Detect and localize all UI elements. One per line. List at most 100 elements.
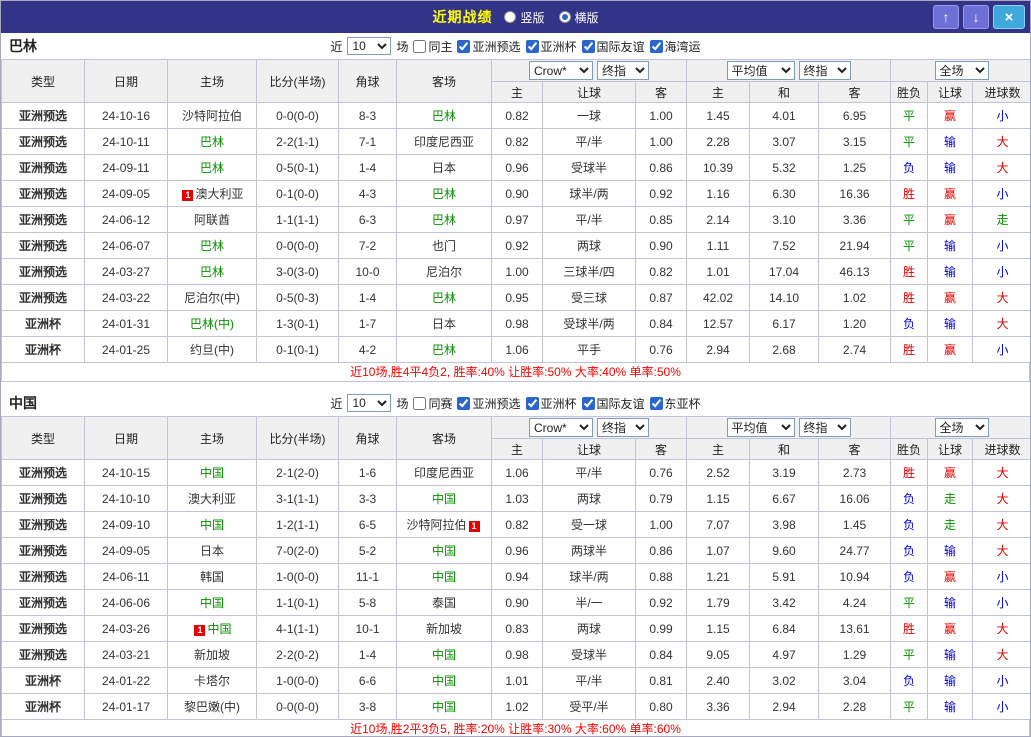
result-winlose: 负	[890, 537, 929, 564]
filter-league-checkbox[interactable]	[581, 39, 595, 53]
result-handicap: 赢	[927, 459, 974, 486]
away-team: 泰国	[396, 589, 492, 616]
odds-home: 1.03	[491, 485, 543, 512]
avg-draw: 3.07	[749, 128, 820, 155]
match-count-select[interactable]: 10	[347, 37, 392, 55]
avg-home: 1.21	[686, 563, 751, 590]
odds-home: 1.00	[491, 258, 543, 285]
avg-away: 3.15	[818, 128, 892, 155]
result-winlose: 平	[890, 641, 929, 668]
filter-league-checkbox[interactable]	[457, 39, 471, 53]
column-subheader: 客	[818, 438, 892, 460]
match-date: 24-03-22	[84, 284, 168, 311]
view-radio-vertical[interactable]: 竖版	[504, 9, 545, 26]
match-date: 24-09-05	[84, 180, 168, 207]
match-type-badge: 亚洲预选	[1, 180, 85, 207]
filter-league[interactable]: 海湾运	[649, 38, 701, 55]
filter-games-label: 场	[396, 396, 409, 411]
header-select[interactable]: 全场	[934, 61, 989, 80]
odds-away: 0.76	[634, 459, 688, 486]
header-select[interactable]: 平均值	[726, 61, 795, 80]
match-date: 24-06-12	[84, 206, 168, 233]
filter-league[interactable]: 亚洲预选	[457, 38, 521, 55]
odds-home: 0.98	[491, 641, 543, 668]
home-team: 巴林	[167, 154, 257, 181]
scroll-up-button[interactable]: ↑	[933, 5, 959, 29]
filter-league-checkbox[interactable]	[649, 396, 663, 410]
column-header: 角球	[338, 416, 397, 460]
handicap-line: 受三球	[542, 284, 636, 311]
header-select[interactable]: 平均值	[726, 418, 795, 437]
match-date: 24-10-15	[84, 459, 168, 486]
home-team: 韩国	[167, 563, 257, 590]
header-select[interactable]: 终指	[597, 61, 649, 80]
filter-league-checkbox[interactable]	[457, 396, 471, 410]
filter-league[interactable]: 东亚杯	[649, 395, 701, 412]
header-select[interactable]: 终指	[798, 61, 851, 80]
filter-league[interactable]: 国际友谊	[581, 395, 645, 412]
filter-league[interactable]: 亚洲杯	[525, 38, 577, 55]
avg-draw: 3.42	[749, 589, 820, 616]
away-team: 巴林	[396, 180, 492, 207]
avg-home: 1.01	[686, 258, 751, 285]
handicap-line: 平/半	[542, 128, 636, 155]
close-button[interactable]: ×	[993, 5, 1025, 29]
odds-home: 0.90	[491, 589, 543, 616]
avg-draw: 6.30	[749, 180, 820, 207]
match-row: 亚洲预选 24-03-21 新加坡 2-2(0-2) 1-4 中国 0.98 受球半 0.84 9…	[1, 641, 1030, 668]
view-radio-horizontal[interactable]: 横版	[558, 9, 599, 26]
header-select[interactable]: 终指	[597, 418, 649, 437]
result-goals: 小	[972, 563, 1030, 590]
filter-league[interactable]: 国际友谊	[581, 38, 645, 55]
result-winlose: 胜	[890, 284, 929, 311]
filter-same-checkbox[interactable]	[413, 39, 427, 53]
result-winlose: 平	[890, 232, 929, 259]
corner-score: 6-5	[338, 511, 397, 538]
avg-draw: 5.91	[749, 563, 820, 590]
filter-same-checkbox[interactable]	[413, 396, 427, 410]
match-row: 亚洲预选 24-10-11 巴林 2-2(1-1) 7-1 印度尼西亚 0.82 平/半 1.0…	[1, 128, 1030, 155]
match-date: 24-09-11	[84, 154, 168, 181]
column-header: 主场	[167, 59, 257, 103]
home-team: 尼泊尔(中)	[167, 284, 257, 311]
match-type-badge: 亚洲预选	[1, 232, 85, 259]
header-select[interactable]: 全场	[934, 418, 989, 437]
column-header: 客场	[396, 416, 492, 460]
radio-icon	[558, 11, 571, 23]
result-winlose: 平	[890, 128, 929, 155]
odds-away: 0.79	[634, 485, 688, 512]
filter-league-checkbox[interactable]	[581, 396, 595, 410]
home-team: 约旦(中)	[167, 336, 257, 363]
match-row: 亚洲杯 24-01-25 约旦(中) 0-1(0-1) 4-2 巴林 1.06 平手 0.76 2…	[1, 336, 1030, 363]
filter-league-checkbox[interactable]	[525, 396, 539, 410]
filter-same[interactable]: 同主	[413, 38, 452, 55]
filter-near-label: 近	[330, 39, 343, 54]
odds-home: 0.82	[491, 511, 543, 538]
avg-home: 12.57	[686, 310, 751, 337]
odds-home: 0.98	[491, 310, 543, 337]
match-row: 亚洲预选 24-09-10 中国 1-2(1-1) 6-5 沙特阿拉伯 1 0.82 受一球 1.…	[1, 511, 1030, 538]
avg-draw: 14.10	[749, 284, 820, 311]
match-count-select[interactable]: 10	[347, 394, 392, 412]
filter-league[interactable]: 亚洲杯	[525, 395, 577, 412]
result-goals: 大	[972, 154, 1030, 181]
match-date: 24-01-25	[84, 336, 168, 363]
handicap-line: 受球半	[542, 641, 636, 668]
avg-away: 6.95	[818, 102, 892, 129]
filter-league-checkbox[interactable]	[525, 39, 539, 53]
filter-league[interactable]: 亚洲预选	[457, 395, 521, 412]
header-select[interactable]: Crow*	[529, 418, 593, 437]
sections-container: 巴林近 10 场同主 亚洲预选 亚洲杯 国际友谊 海湾运 类型 日期 主场 比分(半场) 角球 客场 Cr…	[1, 33, 1030, 736]
odds-away: 0.84	[634, 310, 688, 337]
match-score: 7-0(2-0)	[256, 537, 339, 564]
scroll-down-button[interactable]: ↓	[963, 5, 989, 29]
odds-away: 1.00	[634, 102, 688, 129]
result-winlose: 负	[890, 310, 929, 337]
header-select[interactable]: Crow*	[529, 61, 593, 80]
corner-score: 5-8	[338, 589, 397, 616]
filter-same[interactable]: 同赛	[413, 395, 452, 412]
avg-draw: 5.32	[749, 154, 820, 181]
filter-league-checkbox[interactable]	[649, 39, 663, 53]
header-select[interactable]: 终指	[798, 418, 851, 437]
rank-badge: 1	[182, 190, 194, 201]
